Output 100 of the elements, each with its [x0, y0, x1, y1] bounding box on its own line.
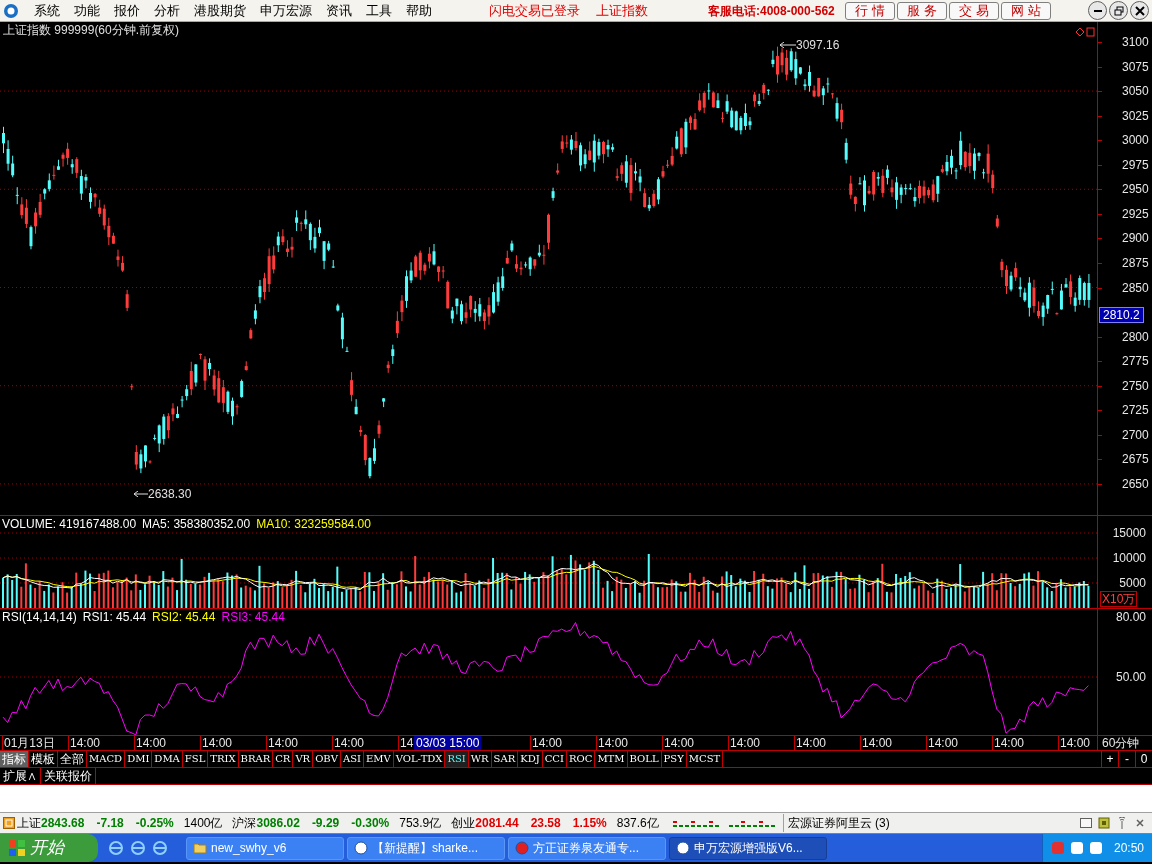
leader-line — [134, 491, 148, 497]
panel-controls-icon[interactable] — [1076, 27, 1096, 37]
nav-button[interactable]: 服 务 — [896, 1, 947, 20]
time-axis-label: 01月13日 — [4, 737, 55, 749]
price-axis-label: 2975 — [1122, 158, 1149, 171]
index-amount: 837.6亿 — [616, 815, 659, 832]
cursor-time-label: 03/03 15:00 — [414, 736, 482, 750]
menu-item[interactable]: 工具 — [366, 2, 392, 19]
time-axis-label: 14:00 — [136, 737, 167, 749]
indicator-tab[interactable]: MCST — [686, 751, 724, 767]
bottom-tab[interactable]: 关联报价 — [41, 768, 96, 784]
bottom-tab[interactable]: 扩展∧ — [0, 768, 41, 784]
price-axis-label: 2725 — [1122, 404, 1149, 417]
taskbar-button[interactable]: 方正证券泉友通专... — [508, 836, 666, 860]
zoom-button[interactable]: + — [1101, 751, 1118, 767]
indicator-tab[interactable]: KDJ — [518, 751, 543, 767]
menu-item[interactable]: 申万宏源 — [260, 2, 312, 19]
menu-item[interactable]: 功能 — [74, 2, 100, 19]
indicator-tab[interactable]: MTM — [595, 751, 628, 767]
taskbar-button[interactable]: 申万宏源增强版V6... — [669, 836, 827, 860]
indicator-tab[interactable]: ASI — [340, 751, 364, 767]
app-icon — [676, 841, 690, 855]
time-axis-label: 14:00 — [796, 737, 827, 749]
time-axis-label: 14:00 — [664, 737, 695, 749]
time-axis-label: 14:00 — [928, 737, 959, 749]
taskbar-button[interactable]: 【新提醒】sharke... — [347, 836, 505, 860]
volume-axis-label: 10000 — [1112, 552, 1146, 564]
indicator-tab[interactable]: SAR — [491, 751, 519, 767]
index-percent: -0.30% — [351, 815, 390, 832]
indicator-tab[interactable]: WR — [468, 751, 492, 767]
indicator-tab[interactable]: CCI — [542, 751, 567, 767]
status-icon[interactable] — [3, 817, 15, 829]
indicator-tab[interactable]: 全部 — [58, 751, 87, 767]
index-change: 23.58 — [530, 815, 561, 832]
price-axis-label: 3075 — [1122, 60, 1149, 73]
index-percent: -0.25% — [135, 815, 174, 832]
price-axis-label: 2800 — [1122, 330, 1149, 343]
indicator-tab[interactable]: 指标 — [0, 751, 29, 767]
index-value: 2843.68 — [41, 815, 85, 832]
antenna-icon[interactable] — [1116, 817, 1128, 829]
rsi-axis-label: 50.00 — [1115, 671, 1146, 683]
price-axis-label: 2650 — [1122, 477, 1149, 490]
zoom-button[interactable]: - — [1118, 751, 1135, 767]
chart-title: 上证指数 999999(60分钟.前复权) — [3, 24, 180, 36]
rsi-axis-label: 80.00 — [1115, 611, 1146, 623]
menu-notice[interactable]: 闪电交易已登录 — [489, 2, 580, 19]
indicator-tab[interactable]: PSY — [661, 751, 687, 767]
time-axis-label: 14:00 — [994, 737, 1025, 749]
price-axis-label: 2900 — [1122, 232, 1149, 245]
index-name: 沪深 — [232, 815, 257, 832]
indicator-tab[interactable]: FSL — [182, 751, 209, 767]
indicator-tab[interactable]: TRIX — [208, 751, 239, 767]
minimize-icon — [1093, 9, 1102, 12]
indicator-tab[interactable]: BRAR — [238, 751, 274, 767]
indicator-tab[interactable]: ROC — [567, 751, 596, 767]
index-name: 上证 — [17, 815, 41, 832]
menu-item[interactable]: 港股期货 — [194, 2, 246, 19]
menu-item[interactable]: 系统 — [34, 2, 60, 19]
menu-item[interactable]: 分析 — [154, 2, 180, 19]
rsi-legend: RSI(14,14,14) — [2, 611, 77, 623]
low-price-label: 2638.30 — [148, 488, 192, 500]
indicator-tab[interactable]: CR — [273, 751, 294, 767]
indicator-tab[interactable]: DMA — [152, 751, 183, 767]
leader-line — [780, 42, 796, 48]
index-percent: 1.15% — [572, 815, 607, 832]
price-axis-label: 2950 — [1122, 183, 1149, 196]
menu-notice[interactable]: 上证指数 — [596, 2, 648, 19]
menu-item[interactable]: 报价 — [114, 2, 140, 19]
time-axis-label: 14:00 — [70, 737, 101, 749]
price-axis-label: 2675 — [1122, 453, 1149, 466]
menu-item[interactable]: 帮助 — [406, 2, 432, 19]
close-button[interactable] — [1130, 1, 1149, 20]
volume-axis-label: 15000 — [1112, 527, 1146, 539]
period-label[interactable]: 60分钟 — [1102, 737, 1140, 749]
price-axis-label: 3050 — [1122, 85, 1149, 98]
indicator-tab[interactable]: OBV — [313, 751, 341, 767]
indicator-tab[interactable]: BOLL — [627, 751, 662, 767]
indicator-tab[interactable]: EMV — [363, 751, 394, 767]
time-axis-label: 14:00 — [202, 737, 233, 749]
taskbar-button[interactable]: new_swhy_v6 — [186, 836, 344, 860]
volume-legend: MA10: 323259584.00 — [256, 518, 371, 530]
app-icon — [515, 841, 529, 855]
price-axis-label: 2750 — [1122, 379, 1149, 392]
indicator-tab[interactable]: 模板 — [29, 751, 58, 767]
indicator-tab[interactable]: MACD — [87, 751, 126, 767]
restore-button[interactable] — [1109, 1, 1128, 20]
indicator-tab[interactable]: VR — [293, 751, 314, 767]
time-axis-label: 14:00 — [862, 737, 893, 749]
menu-item[interactable]: 资讯 — [326, 2, 352, 19]
price-axis-label: 3025 — [1122, 109, 1149, 122]
minimize-button[interactable] — [1088, 1, 1107, 20]
hotline-text: 客服电话:4008-000-562 — [708, 2, 835, 19]
index-name: 创业 — [451, 815, 476, 832]
nav-button[interactable]: 网 站 — [1000, 1, 1051, 20]
zoom-button[interactable]: 0 — [1135, 751, 1152, 767]
indicator-tab[interactable]: RSI — [445, 751, 469, 767]
indicator-tab[interactable]: DMI — [125, 751, 153, 767]
time-axis-label: 14:00 — [730, 737, 761, 749]
nav-button[interactable]: 交 易 — [948, 1, 999, 20]
nav-button[interactable]: 行 情 — [844, 1, 895, 20]
